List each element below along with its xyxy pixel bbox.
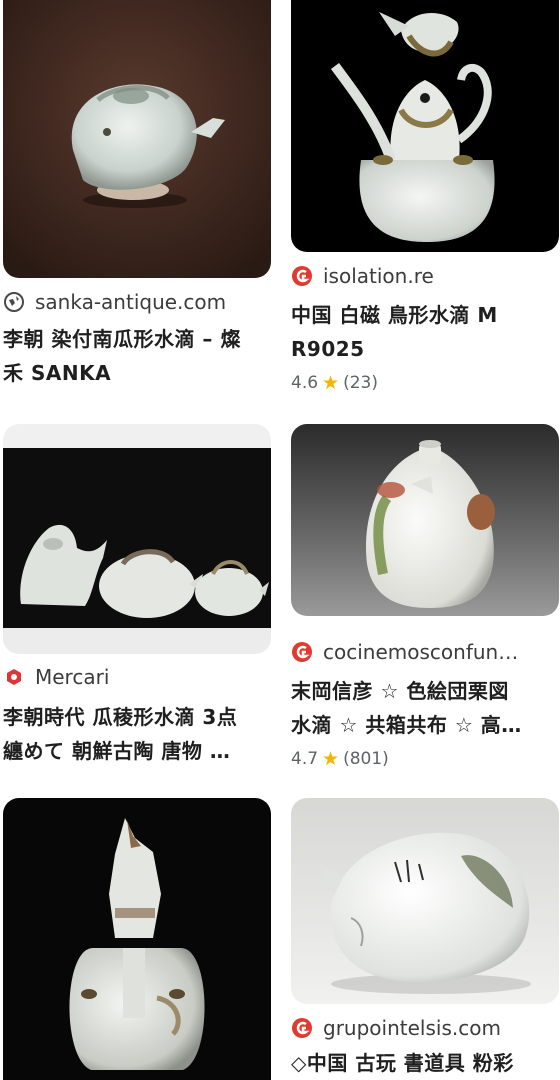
red-site-icon (292, 642, 312, 662)
rating: 4.6 ★ (23) (291, 372, 378, 394)
result-card[interactable]: grupointelsis.com ◇中国 古玩 書道具 粉彩 (291, 798, 559, 1075)
title-line: 末岡信彦 ☆ 色絵団栗図 (291, 679, 509, 703)
review-count: (801) (343, 749, 389, 769)
result-title[interactable]: 李朝 染付南瓜形水滴 – 燦 禾 SANKA (3, 322, 271, 390)
result-card[interactable] (3, 798, 271, 1080)
title-line: 水滴 ☆ 共箱共布 ☆ 高… (291, 713, 522, 737)
rating-value: 4.6 (291, 373, 319, 393)
review-count: (23) (343, 373, 378, 393)
result-image-pumpkin-water-dropper[interactable] (3, 0, 271, 278)
star-icon: ★ (322, 748, 340, 770)
result-source[interactable]: isolation.re (291, 264, 434, 288)
result-title[interactable]: ◇中国 古玩 書道具 粉彩 (291, 1046, 559, 1080)
result-source[interactable]: sanka-antique.com (3, 290, 226, 314)
result-image-fish-water-dropper[interactable] (291, 798, 559, 1004)
result-image-acorn-water-dropper[interactable] (291, 424, 559, 616)
rating: 4.7 ★ (801) (291, 748, 389, 770)
source-domain: isolation.re (323, 264, 434, 288)
result-card[interactable]: isolation.re 中国 白磁 鳥形水滴 M R9025 4.6 ★ (2… (291, 0, 559, 394)
result-source[interactable]: grupointelsis.com (291, 1016, 501, 1040)
red-site-icon (292, 266, 312, 286)
globe-icon (4, 292, 24, 312)
result-card[interactable]: cocinemosconfun… 末岡信彦 ☆ 色絵団栗図 水滴 ☆ 共箱共布 … (291, 424, 559, 770)
result-title[interactable]: 末岡信彦 ☆ 色絵団栗図 水滴 ☆ 共箱共布 ☆ 高… (291, 674, 559, 742)
rating-value: 4.7 (291, 749, 319, 769)
result-card[interactable]: sanka-antique.com 李朝 染付南瓜形水滴 – 燦 禾 SANKA (3, 0, 271, 385)
result-image-bird-water-dropper[interactable] (291, 0, 559, 252)
title-line: R9025 (291, 337, 365, 361)
source-domain: Mercari (35, 665, 110, 689)
result-title[interactable]: 中国 白磁 鳥形水滴 M R9025 (291, 298, 559, 366)
result-image-three-water-droppers[interactable] (3, 424, 271, 654)
title-line: 李朝時代 瓜稜形水滴 3点 (3, 705, 238, 729)
result-source[interactable]: cocinemosconfun… (291, 640, 518, 664)
mercari-icon (7, 669, 21, 685)
result-card[interactable]: Mercari 李朝時代 瓜稜形水滴 3点 纏めて 朝鮮古陶 唐物 … (3, 424, 271, 763)
result-source[interactable]: Mercari (3, 665, 109, 689)
star-icon: ★ (322, 372, 340, 394)
title-line: 禾 SANKA (3, 361, 112, 385)
source-domain: sanka-antique.com (35, 290, 227, 314)
title-line: 中国 白磁 鳥形水滴 M (291, 303, 498, 327)
title-line: 纏めて 朝鮮古陶 唐物 … (3, 739, 231, 763)
red-site-icon (292, 1018, 312, 1038)
result-image-dragon-ewer[interactable] (3, 798, 271, 1080)
title-line: 李朝 染付南瓜形水滴 – 燦 (3, 327, 241, 351)
source-domain: cocinemosconfun… (323, 640, 519, 664)
result-title[interactable]: 李朝時代 瓜稜形水滴 3点 纏めて 朝鮮古陶 唐物 … (3, 700, 271, 768)
title-line: ◇中国 古玩 書道具 粉彩 (291, 1051, 514, 1075)
source-domain: grupointelsis.com (323, 1016, 501, 1040)
